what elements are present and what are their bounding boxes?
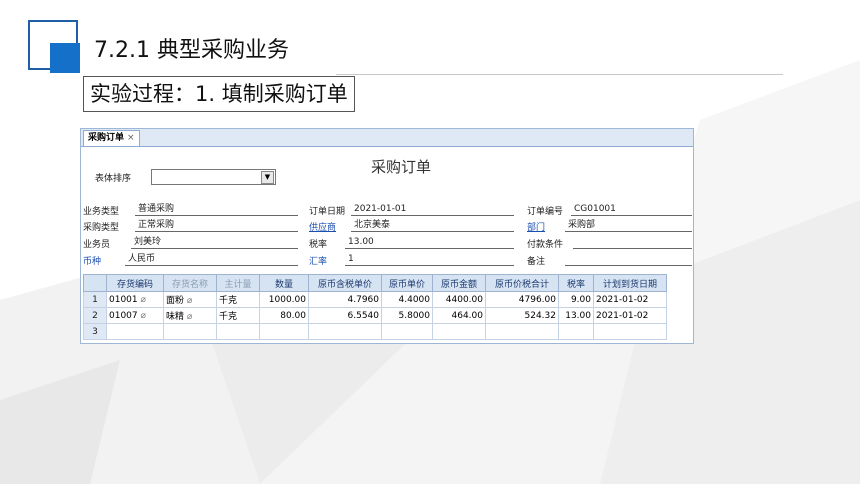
cell-quantity[interactable]: 1000.00 bbox=[259, 291, 309, 308]
cell-tax-incl-price[interactable] bbox=[308, 323, 382, 340]
cell-quantity[interactable] bbox=[259, 323, 309, 340]
currency-field[interactable]: 人民币 bbox=[125, 253, 298, 266]
tab-purchase-order[interactable]: 采购订单 × bbox=[83, 130, 140, 146]
col-header-rownum bbox=[83, 274, 107, 292]
order-date-field[interactable]: 2021-01-01 bbox=[351, 203, 514, 216]
salesperson-label: 业务员 bbox=[83, 240, 111, 250]
currency-label: 币种 bbox=[83, 257, 102, 267]
col-header-unit-price[interactable]: 原币单价 bbox=[381, 274, 433, 292]
cell-total[interactable] bbox=[485, 323, 559, 340]
col-header-item-name[interactable]: 存货名称 bbox=[163, 274, 217, 292]
cell-quantity[interactable]: 80.00 bbox=[259, 307, 309, 324]
cell-unit-price[interactable] bbox=[381, 323, 433, 340]
cell-unit[interactable] bbox=[216, 323, 260, 340]
cell-amount[interactable]: 4400.00 bbox=[432, 291, 486, 308]
salesperson-field[interactable]: 刘美玲 bbox=[131, 236, 298, 249]
exchange-rate-field[interactable]: 1 bbox=[345, 253, 514, 266]
row-number: 1 bbox=[83, 291, 107, 308]
col-header-total[interactable]: 原币价税合计 bbox=[485, 274, 559, 292]
table-row[interactable]: 2 01007 ⌀ 味精 ⌀ 千克 80.00 6.5540 5.8000 46… bbox=[83, 307, 667, 324]
cell-item-code[interactable]: 01007 ⌀ bbox=[106, 307, 164, 324]
col-header-amount[interactable]: 原币金额 bbox=[432, 274, 486, 292]
cell-unit[interactable]: 千克 bbox=[216, 291, 260, 308]
supplier-field[interactable]: 北京美泰 bbox=[351, 219, 514, 232]
cell-item-name[interactable]: 味精 ⌀ bbox=[163, 307, 217, 324]
cell-arrival-date[interactable]: 2021-01-02 bbox=[593, 291, 667, 308]
paperclip-icon[interactable]: ⌀ bbox=[141, 311, 146, 321]
tax-rate-field[interactable]: 13.00 bbox=[345, 236, 514, 249]
form-title: 采购订单 bbox=[371, 158, 432, 176]
cell-tax-rate[interactable] bbox=[558, 323, 594, 340]
payment-terms-label: 付款条件 bbox=[527, 240, 564, 250]
cell-arrival-date[interactable] bbox=[593, 323, 667, 340]
tab-bar: 采购订单 × bbox=[81, 129, 693, 147]
cell-tax-incl-price[interactable]: 6.5540 bbox=[308, 307, 382, 324]
cell-item-name[interactable]: 面粉 ⌀ bbox=[163, 291, 217, 308]
title-underline bbox=[336, 74, 783, 75]
order-date-label: 订单日期 bbox=[309, 207, 346, 217]
cell-tax-incl-price[interactable]: 4.7960 bbox=[308, 291, 382, 308]
table-row[interactable]: 3 bbox=[83, 323, 667, 340]
cell-arrival-date[interactable]: 2021-01-02 bbox=[593, 307, 667, 324]
cell-unit-price[interactable]: 5.8000 bbox=[381, 307, 433, 324]
row-number: 2 bbox=[83, 307, 107, 324]
paperclip-icon[interactable]: ⌀ bbox=[187, 312, 192, 322]
close-icon[interactable]: × bbox=[127, 133, 135, 143]
order-number-field[interactable]: CG01001 bbox=[571, 203, 692, 216]
sort-select[interactable]: ▼ bbox=[151, 169, 276, 185]
cell-item-code[interactable]: 01001 ⌀ bbox=[106, 291, 164, 308]
col-header-tax-rate[interactable]: 税率 bbox=[558, 274, 594, 292]
table-row[interactable]: 1 01001 ⌀ 面粉 ⌀ 千克 1000.00 4.7960 4.4000 … bbox=[83, 291, 667, 308]
col-header-arrival-date[interactable]: 计划到货日期 bbox=[593, 274, 667, 292]
exchange-rate-label: 汇率 bbox=[309, 257, 328, 267]
cell-item-name[interactable] bbox=[163, 323, 217, 340]
paperclip-icon[interactable]: ⌀ bbox=[141, 295, 146, 305]
col-header-tax-incl-price[interactable]: 原币含税单价 bbox=[308, 274, 382, 292]
slide-title: 7.2.1 典型采购业务 bbox=[88, 31, 295, 65]
remarks-label: 备注 bbox=[527, 257, 546, 267]
purchase-type-field[interactable]: 正常采购 bbox=[135, 219, 298, 232]
payment-terms-field[interactable] bbox=[573, 236, 692, 249]
paperclip-icon[interactable]: ⌀ bbox=[187, 296, 192, 306]
col-header-quantity[interactable]: 数量 bbox=[259, 274, 309, 292]
cell-tax-rate[interactable]: 13.00 bbox=[558, 307, 594, 324]
order-number-label: 订单编号 bbox=[527, 207, 564, 217]
title-decoration-square bbox=[50, 43, 80, 73]
col-header-item-code[interactable]: 存货编码 bbox=[106, 274, 164, 292]
cell-amount[interactable] bbox=[432, 323, 486, 340]
cell-unit-price[interactable]: 4.4000 bbox=[381, 291, 433, 308]
business-type-label: 业务类型 bbox=[83, 207, 120, 217]
cell-total[interactable]: 524.32 bbox=[485, 307, 559, 324]
cell-total[interactable]: 4796.00 bbox=[485, 291, 559, 308]
col-header-unit[interactable]: 主计量 bbox=[216, 274, 260, 292]
remarks-field[interactable] bbox=[565, 253, 692, 266]
tab-label: 采购订单 bbox=[88, 133, 125, 143]
table-header-row: 存货编码 存货名称 主计量 数量 原币含税单价 原币单价 原币金额 原币价税合计… bbox=[83, 274, 667, 292]
department-label[interactable]: 部门 bbox=[527, 220, 545, 233]
chevron-down-icon[interactable]: ▼ bbox=[261, 171, 274, 184]
cell-amount[interactable]: 464.00 bbox=[432, 307, 486, 324]
tax-rate-label: 税率 bbox=[309, 240, 328, 250]
sort-label: 表体排序 bbox=[95, 174, 132, 184]
department-field[interactable]: 采购部 bbox=[565, 219, 692, 232]
cell-item-code[interactable] bbox=[106, 323, 164, 340]
order-lines-table: 存货编码 存货名称 主计量 数量 原币含税单价 原币单价 原币金额 原币价税合计… bbox=[83, 274, 667, 340]
purchase-type-label: 采购类型 bbox=[83, 223, 120, 233]
row-number: 3 bbox=[83, 323, 107, 340]
business-type-field[interactable]: 普通采购 bbox=[135, 203, 298, 216]
slide-subtitle: 实验过程：1. 填制采购订单 bbox=[83, 76, 355, 112]
supplier-label[interactable]: 供应商 bbox=[309, 220, 336, 233]
cell-tax-rate[interactable]: 9.00 bbox=[558, 291, 594, 308]
cell-unit[interactable]: 千克 bbox=[216, 307, 260, 324]
purchase-order-window: 采购订单 × 采购订单 表体排序 ▼ 业务类型 普通采购 采购类型 正常采购 业务… bbox=[80, 128, 694, 344]
